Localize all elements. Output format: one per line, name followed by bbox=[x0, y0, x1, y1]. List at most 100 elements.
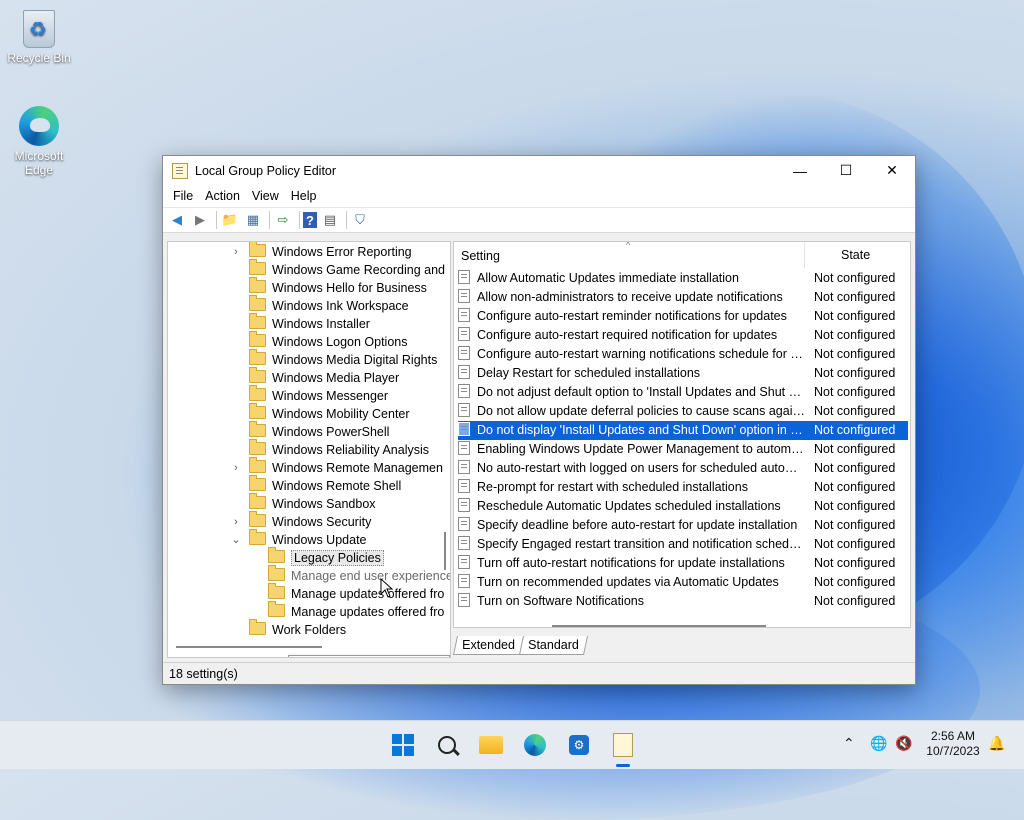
policy-row[interactable]: Enabling Windows Update Power Management… bbox=[458, 440, 908, 459]
expand-chevron-icon[interactable]: › bbox=[230, 243, 242, 261]
console-tree[interactable]: › Windows Error Reporting Windows Game Rec… bbox=[167, 241, 451, 658]
toolbar-separator bbox=[269, 211, 270, 229]
tree-item[interactable]: Windows Ink Workspace bbox=[249, 295, 409, 315]
desktop-icon-edge[interactable]: Microsoft Edge bbox=[4, 106, 74, 177]
tree-item[interactable]: Windows Installer bbox=[249, 313, 370, 333]
policy-name: Allow non-administrators to receive upda… bbox=[477, 290, 783, 304]
policy-row[interactable]: Turn on recommended updates via Automati… bbox=[458, 573, 908, 592]
taskbar-gpedit[interactable] bbox=[609, 731, 637, 759]
policy-row[interactable]: Specify Engaged restart transition and n… bbox=[458, 535, 908, 554]
policy-row[interactable]: No auto-restart with logged on users for… bbox=[458, 459, 908, 478]
taskbar-clock[interactable]: 2:56 AM 10/7/2023 bbox=[922, 729, 984, 759]
folder-icon bbox=[249, 529, 266, 545]
folder-icon bbox=[249, 421, 266, 437]
policy-row[interactable]: Do not allow update deferral policies to… bbox=[458, 402, 908, 421]
title-bar[interactable]: Local Group Policy Editor — ☐ ✕ bbox=[163, 156, 915, 185]
tree-item[interactable]: Windows Game Recording and bbox=[249, 259, 445, 279]
tree-item[interactable]: Manage updates offered fro bbox=[268, 583, 444, 603]
tab-extended[interactable]: Extended bbox=[452, 636, 524, 655]
menu-action[interactable]: Action bbox=[199, 189, 246, 203]
tree-item[interactable]: Windows Media Digital Rights bbox=[249, 349, 437, 369]
policy-row[interactable]: Turn on Software Notifications Not config… bbox=[458, 592, 908, 611]
policy-row[interactable]: Reschedule Automatic Updates scheduled i… bbox=[458, 497, 908, 516]
policy-row[interactable]: Allow non-administrators to receive upda… bbox=[458, 288, 908, 307]
taskbar: ⚙ ⌃ 🌐 🔇 2:56 AM 10/7/2023 🔔 bbox=[0, 720, 1024, 769]
minimize-button[interactable]: — bbox=[777, 156, 823, 185]
policy-state: Not configured bbox=[814, 404, 896, 418]
tree-item[interactable]: Windows Media Player bbox=[249, 367, 399, 387]
tab-standard[interactable]: Standard bbox=[518, 636, 588, 655]
start-button[interactable] bbox=[389, 731, 417, 759]
tree-item[interactable]: ⌄ Windows Update bbox=[231, 529, 367, 549]
properties-icon[interactable]: ▤ bbox=[320, 210, 340, 230]
policy-row[interactable]: Do not adjust default option to 'Install… bbox=[458, 383, 908, 402]
menu-view[interactable]: View bbox=[246, 189, 285, 203]
tree-item[interactable]: Windows Messenger bbox=[249, 385, 388, 405]
policy-name: Allow Automatic Updates immediate instal… bbox=[477, 271, 739, 285]
maximize-button[interactable]: ☐ bbox=[823, 156, 869, 185]
policy-row[interactable]: Re-prompt for restart with scheduled ins… bbox=[458, 478, 908, 497]
network-globe-icon[interactable]: 🌐 bbox=[870, 735, 887, 752]
column-header-setting[interactable]: Setting bbox=[461, 249, 500, 263]
policy-row[interactable]: Configure auto-restart required notifica… bbox=[458, 326, 908, 345]
show-hide-tree-icon[interactable]: ▦ bbox=[243, 210, 263, 230]
policy-setting-icon bbox=[458, 479, 470, 493]
notification-bell-icon[interactable]: 🔔 bbox=[988, 735, 1005, 752]
tree-horizontal-scrollbar[interactable] bbox=[176, 646, 322, 648]
expand-chevron-icon[interactable]: › bbox=[230, 513, 242, 531]
tree-item[interactable]: Windows Hello for Business bbox=[249, 277, 427, 297]
policy-state: Not configured bbox=[814, 537, 896, 551]
help-icon[interactable]: ? bbox=[303, 212, 317, 228]
volume-muted-icon[interactable]: 🔇 bbox=[895, 735, 912, 752]
tree-item-label: Windows Remote Shell bbox=[272, 479, 402, 493]
tree-item[interactable]: Windows Sandbox bbox=[249, 493, 376, 513]
policy-row[interactable]: Do not display 'Install Updates and Shut… bbox=[458, 421, 908, 440]
forward-arrow-icon[interactable]: ▶ bbox=[190, 210, 210, 230]
expand-chevron-icon[interactable]: › bbox=[230, 459, 242, 477]
tree-item[interactable]: › Windows Remote Managemen bbox=[234, 457, 443, 477]
tree-item[interactable]: Windows Logon Options bbox=[249, 331, 408, 351]
policy-row[interactable]: Turn off auto-restart notifications for … bbox=[458, 554, 908, 573]
policy-row[interactable]: Specify deadline before auto-restart for… bbox=[458, 516, 908, 535]
tree-item[interactable]: Manage end user experience bbox=[268, 565, 450, 585]
taskbar-search[interactable] bbox=[433, 731, 461, 759]
policy-name: Delay Restart for scheduled installation… bbox=[477, 366, 701, 380]
back-arrow-icon[interactable]: ◀ bbox=[167, 210, 187, 230]
taskbar-edge[interactable] bbox=[521, 731, 549, 759]
taskbar-file-explorer[interactable] bbox=[477, 731, 505, 759]
settings-list[interactable]: ^ Setting State Allow Automatic Updates … bbox=[453, 241, 911, 628]
tree-item[interactable]: Work Folders bbox=[249, 619, 346, 639]
tree-item[interactable]: › Windows Error Reporting bbox=[234, 242, 412, 261]
tree-item[interactable]: Windows PowerShell bbox=[249, 421, 389, 441]
menu-file[interactable]: File bbox=[167, 189, 199, 203]
horizontal-scrollbar[interactable] bbox=[552, 625, 766, 627]
tree-vertical-scrollbar[interactable] bbox=[444, 532, 446, 570]
folder-icon bbox=[268, 583, 285, 599]
policy-setting-icon bbox=[458, 555, 470, 569]
tree-item[interactable]: Windows Remote Shell bbox=[249, 475, 402, 495]
tree-item[interactable]: › Windows Security bbox=[234, 511, 371, 531]
up-folder-icon[interactable]: 📁 bbox=[220, 210, 240, 230]
taskbar-tool[interactable]: ⚙ bbox=[565, 731, 593, 759]
policy-row[interactable]: Configure auto-restart warning notificat… bbox=[458, 345, 908, 364]
tree-item[interactable]: Legacy Policies bbox=[268, 547, 384, 567]
desktop-icon-recycle-bin[interactable]: Recycle Bin bbox=[4, 10, 74, 65]
tree-item[interactable]: Windows Mobility Center bbox=[249, 403, 410, 423]
policy-name: Do not adjust default option to 'Install… bbox=[477, 385, 805, 399]
collapse-chevron-icon[interactable]: ⌄ bbox=[230, 531, 242, 549]
policy-row[interactable]: Delay Restart for scheduled installation… bbox=[458, 364, 908, 383]
filter-icon[interactable]: ⛉ bbox=[350, 210, 370, 230]
tree-item[interactable]: Manage updates offered fro bbox=[268, 601, 444, 621]
tree-item[interactable]: Windows Reliability Analysis bbox=[249, 439, 429, 459]
policy-state: Not configured bbox=[814, 499, 896, 513]
menu-help[interactable]: Help bbox=[285, 189, 323, 203]
sort-caret-icon: ^ bbox=[626, 241, 631, 250]
folder-icon bbox=[249, 277, 266, 293]
tray-chevron-icon[interactable]: ⌃ bbox=[843, 735, 855, 752]
export-list-icon[interactable]: ⇨ bbox=[273, 210, 293, 230]
close-button[interactable]: ✕ bbox=[869, 156, 915, 185]
policy-row[interactable]: Allow Automatic Updates immediate instal… bbox=[458, 269, 908, 288]
policy-row[interactable]: Configure auto-restart reminder notifica… bbox=[458, 307, 908, 326]
policy-name: Configure auto-restart required notifica… bbox=[477, 328, 778, 342]
column-header-state[interactable]: State bbox=[804, 242, 908, 268]
